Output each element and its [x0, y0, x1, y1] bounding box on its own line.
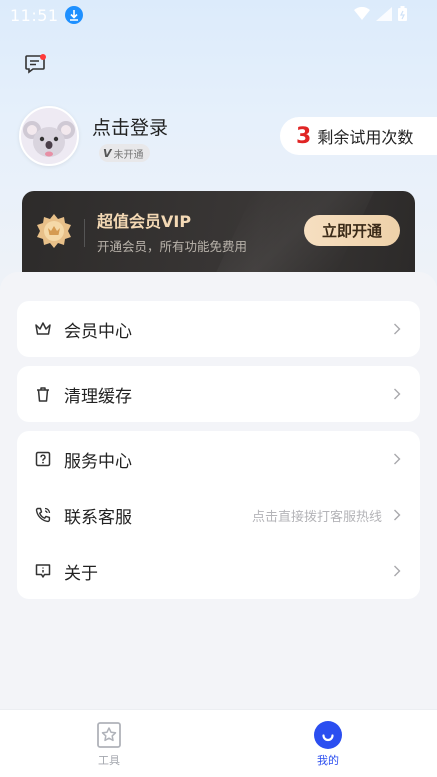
vip-medal-icon: [37, 214, 71, 248]
trial-count: 3: [296, 123, 312, 149]
chevron-right-icon: [394, 509, 401, 521]
vip-subtitle: 开通会员，所有功能免费用: [97, 239, 248, 254]
vip-status-badge: V 未开通: [99, 144, 150, 162]
vip-status-text: 未开通: [113, 149, 144, 161]
help-icon: [35, 451, 51, 467]
menu-label: 会员中心: [64, 321, 132, 342]
menu-item-about[interactable]: 关于: [17, 543, 420, 599]
login-prompt[interactable]: 点击登录: [92, 113, 168, 140]
tab-mine[interactable]: 我的: [268, 710, 388, 777]
member-card: 会员中心: [17, 301, 420, 357]
menu-label: 清理缓存: [64, 386, 132, 407]
download-icon: [64, 6, 83, 24]
koala-avatar-icon: [21, 108, 77, 164]
avatar[interactable]: [19, 106, 79, 166]
tab-tools[interactable]: 工具: [49, 710, 169, 777]
vip-divider: [84, 219, 85, 247]
wifi-icon: [354, 6, 370, 20]
crown-icon: [35, 322, 51, 335]
trial-counter: 3 剩余试用次数: [280, 117, 437, 155]
chevron-right-icon: [394, 323, 401, 335]
signal-icon: [376, 6, 392, 21]
vip-mark: V: [103, 146, 112, 160]
menu-item-member-center[interactable]: 会员中心: [17, 301, 420, 357]
trash-icon: [37, 387, 49, 402]
menu-label: 关于: [64, 563, 98, 584]
menu-label: 服务中心: [64, 451, 132, 472]
trial-label: 剩余试用次数: [317, 128, 414, 147]
vip-card[interactable]: 超值会员VIP 开通会员，所有功能免费用 立即开通: [22, 191, 415, 273]
info-icon: [35, 564, 51, 578]
chevron-right-icon: [394, 565, 401, 577]
menu-item-clear-cache[interactable]: 清理缓存: [17, 366, 420, 422]
bottom-tab-bar: 工具 我的: [0, 709, 437, 777]
menu-label: 联系客服: [64, 507, 132, 528]
cache-card: 清理缓存: [17, 366, 420, 422]
status-bar: 11:51: [0, 0, 437, 30]
notification-dot: [40, 54, 46, 60]
chevron-right-icon: [394, 388, 401, 400]
phone-icon: [35, 507, 51, 523]
tab-label: 工具: [98, 754, 120, 767]
menu-item-contact-service[interactable]: 联系客服 点击直接拨打客服热线: [17, 487, 420, 543]
menu-item-service-center[interactable]: 服务中心: [17, 431, 420, 487]
status-time: 11:51: [10, 5, 59, 25]
chevron-right-icon: [394, 453, 401, 465]
battery-icon: [398, 6, 407, 21]
vip-title: 超值会员VIP: [97, 212, 192, 231]
service-card: 服务中心 联系客服 点击直接拨打客服热线 关于: [17, 431, 420, 599]
open-vip-button[interactable]: 立即开通: [304, 215, 400, 246]
mine-icon: [314, 721, 342, 749]
contact-hint: 点击直接拨打客服热线: [251, 509, 382, 525]
tab-label: 我的: [317, 754, 339, 767]
tool-icon: [97, 722, 121, 748]
